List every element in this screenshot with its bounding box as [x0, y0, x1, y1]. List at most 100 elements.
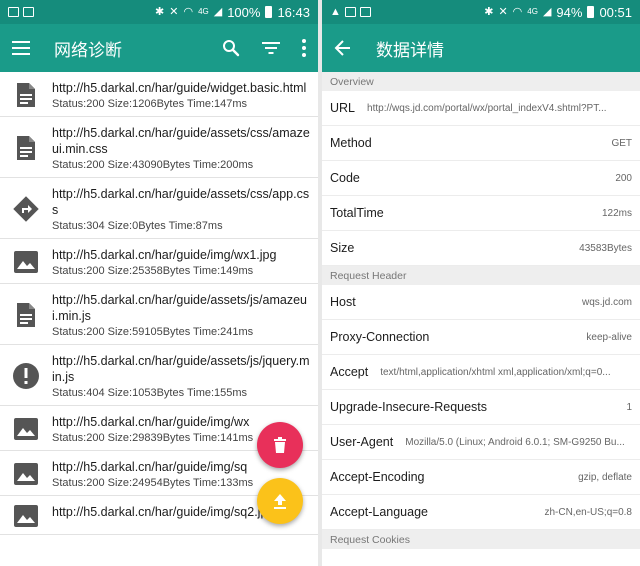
list-item[interactable]: http://h5.darkal.cn/har/guide/assets/js/…: [0, 284, 318, 345]
app-bar: 数据详情: [322, 24, 640, 72]
battery-percent: 94%: [556, 4, 583, 20]
detail-row-url[interactable]: URL http://wqs.jd.com/portal/wx/portal_i…: [322, 91, 640, 126]
request-url: http://h5.darkal.cn/har/guide/img/wx1.jp…: [52, 248, 277, 262]
detail-value: keep-alive: [586, 331, 632, 343]
detail-row-size[interactable]: Size 43583Bytes: [322, 231, 640, 266]
list-item[interactable]: http://h5.darkal.cn/har/guide/assets/css…: [0, 117, 318, 178]
detail-key: Accept-Language: [330, 505, 428, 519]
list-item[interactable]: http://h5.darkal.cn/har/guide/img/wx1.jp…: [0, 239, 318, 284]
mail-icon: [359, 7, 371, 17]
detail-value: 200: [615, 172, 632, 184]
detail-row-accept-encoding[interactable]: Accept-Encoding gzip, deflate: [322, 460, 640, 495]
request-list-screen: ✱ ✕ ◠ 4G ◢ 100% 16:43 网络诊断 http://h5.dar…: [0, 0, 318, 566]
detail-row-method[interactable]: Method GET: [322, 126, 640, 161]
detail-row-accept-language[interactable]: Accept-Language zh-CN,en-US;q=0.8: [322, 495, 640, 530]
request-detail-screen: ▲ ✱ ✕ ◠ 4G ◢ 94% 00:51 数据详情 Overview URL…: [322, 0, 640, 566]
detail-key: TotalTime: [330, 206, 384, 220]
list-item[interactable]: http://h5.darkal.cn/har/guide/assets/js/…: [0, 345, 318, 406]
detail-list: Overview URL http://wqs.jd.com/portal/wx…: [322, 72, 640, 549]
detail-row-proxy-connection[interactable]: Proxy-Connection keep-alive: [322, 320, 640, 355]
detail-value: wqs.jd.com: [581, 296, 632, 308]
request-url: http://h5.darkal.cn/har/guide/assets/css…: [52, 126, 310, 156]
battery-percent: 100%: [227, 4, 261, 20]
detail-key: Accept-Encoding: [330, 470, 425, 484]
detail-row-upgrade-insecure-requests[interactable]: Upgrade-Insecure-Requests 1: [322, 390, 640, 425]
mail-icon: [23, 7, 34, 17]
filter-icon[interactable]: [262, 42, 280, 54]
battery-icon: [587, 6, 595, 18]
bluetooth-icon: ✱: [155, 5, 165, 18]
detail-key: Upgrade-Insecure-Requests: [330, 400, 488, 414]
request-url: http://h5.darkal.cn/har/guide/assets/js/…: [52, 293, 308, 323]
detail-value: http://wqs.jd.com/portal/wx/portal_index…: [367, 102, 607, 114]
battery-icon: [265, 6, 273, 18]
detail-key: Host: [330, 295, 356, 309]
clock: 16:43: [277, 4, 310, 20]
list-item[interactable]: http://h5.darkal.cn/har/guide/widget.bas…: [0, 72, 318, 117]
signal-icon: ◢: [213, 5, 223, 18]
detail-value: 43583Bytes: [579, 242, 632, 254]
detail-row-totaltime[interactable]: TotalTime 122ms: [322, 196, 640, 231]
detail-value: text/html,application/xhtml xml,applicat…: [380, 366, 611, 378]
error-icon: [13, 363, 39, 389]
wifi-icon: ◠: [183, 5, 194, 18]
more-options-icon[interactable]: [302, 39, 306, 57]
detail-key: Accept: [330, 365, 369, 379]
detail-row-accept[interactable]: Accept text/html,application/xhtml xml,a…: [322, 355, 640, 390]
section-header-request-header: Request Header: [322, 266, 640, 285]
network-type: 4G: [198, 7, 209, 16]
menu-icon[interactable]: [12, 41, 30, 55]
detail-row-code[interactable]: Code 200: [322, 161, 640, 196]
detail-key: User-Agent: [330, 435, 394, 449]
request-url: http://h5.darkal.cn/har/guide/assets/js/…: [52, 354, 310, 384]
bluetooth-icon: ✱: [484, 5, 494, 18]
status-bar: ✱ ✕ ◠ 4G ◢ 100% 16:43: [0, 0, 318, 24]
upload-button[interactable]: [257, 478, 303, 524]
document-icon: [17, 303, 35, 327]
document-icon: [17, 136, 35, 160]
request-url: http://h5.darkal.cn/har/guide/widget.bas…: [52, 81, 307, 95]
detail-key: Proxy-Connection: [330, 330, 430, 344]
detail-key: Method: [330, 136, 372, 150]
detail-value: Mozilla/5.0 (Linux; Android 6.0.1; SM-G9…: [405, 436, 625, 448]
detail-value: 1: [626, 401, 632, 413]
upload-icon: [274, 494, 286, 509]
detail-row-user-agent[interactable]: User-Agent Mozilla/5.0 (Linux; Android 6…: [322, 425, 640, 460]
signal-icon: ◢: [542, 5, 552, 18]
detail-row-host[interactable]: Host wqs.jd.com: [322, 285, 640, 320]
image-icon: [14, 251, 38, 273]
app-bar: 网络诊断: [0, 24, 318, 72]
gallery-icon: [344, 7, 356, 17]
mute-icon: ✕: [498, 5, 508, 18]
request-meta: Status:200 Size:43090Bytes Time:200ms: [52, 159, 254, 171]
section-header-overview: Overview: [322, 72, 640, 91]
detail-key: URL: [330, 101, 356, 115]
detail-key: Size: [330, 241, 355, 255]
clock: 00:51: [599, 4, 632, 20]
detail-value: zh-CN,en-US;q=0.8: [544, 506, 632, 518]
request-meta: Status:404 Size:1053Bytes Time:155ms: [52, 387, 248, 399]
mute-icon: ✕: [169, 5, 179, 18]
back-arrow-icon[interactable]: [334, 39, 352, 57]
request-meta: Status:200 Size:59105Bytes Time:241ms: [52, 326, 254, 338]
image-icon: [14, 418, 38, 440]
request-meta: Status:304 Size:0Bytes Time:87ms: [52, 220, 223, 232]
search-icon[interactable]: [222, 39, 240, 57]
redirect-icon: [13, 196, 39, 222]
request-meta: Status:200 Size:25358Bytes Time:149ms: [52, 265, 254, 277]
delete-icon: [274, 437, 286, 453]
detail-key: Code: [330, 171, 360, 185]
list-item[interactable]: http://h5.darkal.cn/har/guide/assets/css…: [0, 178, 318, 239]
gallery-icon: [8, 7, 19, 17]
clear-requests-button[interactable]: [257, 422, 303, 468]
warning-icon: ▲: [330, 5, 341, 18]
document-icon: [17, 83, 35, 107]
wifi-icon: ◠: [512, 5, 523, 18]
detail-value: 122ms: [601, 207, 632, 219]
detail-value: GET: [611, 137, 632, 149]
image-icon: [14, 505, 38, 527]
detail-value: gzip, deflate: [578, 471, 632, 483]
request-meta: Status:200 Size:1206Bytes Time:147ms: [52, 98, 248, 110]
image-icon: [14, 463, 38, 485]
section-header-request-cookies: Request Cookies: [322, 530, 640, 549]
